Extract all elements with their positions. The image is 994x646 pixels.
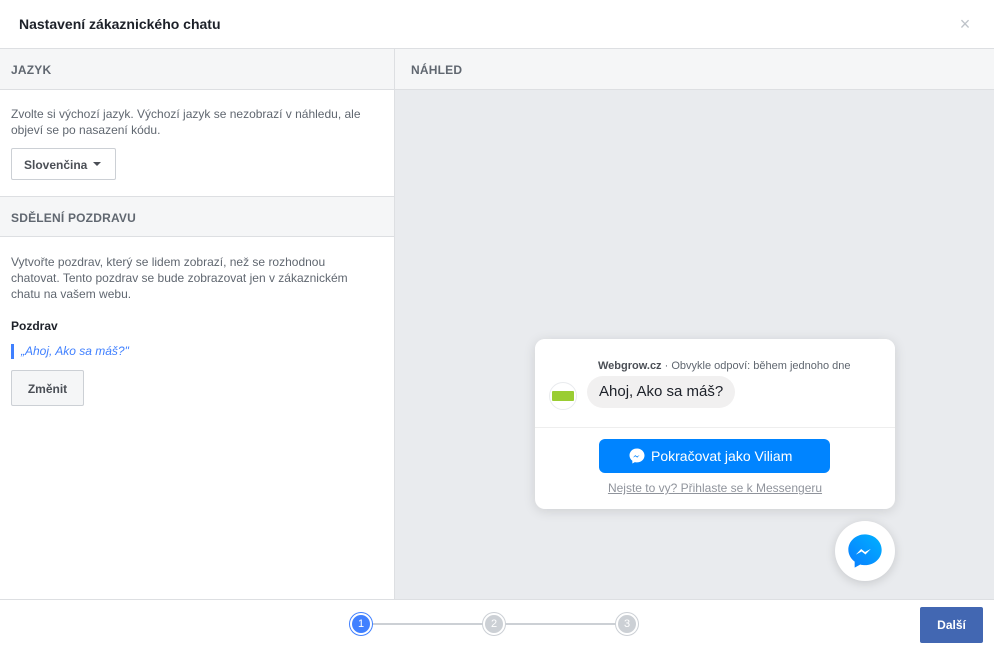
chat-preview-card: Webgrow.cz · Obvykle odpoví: během jedno… [535,339,895,509]
messenger-icon [848,534,882,568]
messenger-chat-button[interactable] [835,521,895,581]
greeting-quote: „Ahoj, Ako sa máš?" [11,344,129,359]
continue-as-button[interactable]: Pokračovat jako Viliam [599,439,830,473]
greeting-bubble: Ahoj, Ako sa máš? [587,376,736,408]
preview-section-title: NÁHLED [411,63,463,77]
step-connector [505,623,616,625]
step-indicator-3: 3 [616,613,638,635]
caret-down-icon [93,162,101,166]
webgrow-logo-icon [552,391,574,401]
language-dropdown[interactable]: Slovenčina [11,148,116,180]
next-button[interactable]: Další [920,607,983,643]
dialog-footer: 1 2 3 Další [0,599,994,646]
change-button[interactable]: Změnit [11,370,84,406]
greeting-description: Vytvořte pozdrav, který se lidem zobrazí… [11,255,348,301]
greeting-section-header: SDĚLENÍ POZDRAVU [0,196,394,237]
preview-section-header: NÁHLED [395,49,994,90]
messenger-login-link[interactable]: Nejste to vy? Přihlaste se k Messengeru [535,481,895,495]
chat-actions: Pokračovat jako Viliam Nejste to vy? Při… [535,427,895,509]
language-section-header: JAZYK [0,49,394,90]
language-section-title: JAZYK [11,63,52,77]
next-button-label: Další [937,618,966,632]
language-selected: Slovenčina [24,158,88,172]
step-indicator-2: 2 [483,613,505,635]
dialog-header: Nastavení zákaznického chatu × [0,0,994,49]
dialog-title: Nastavení zákaznického chatu [19,16,221,32]
change-button-label: Změnit [27,382,68,396]
step-indicator-1: 1 [350,613,372,635]
site-name: Webgrow.cz [598,360,662,372]
page-avatar [549,382,577,410]
step-connector [372,623,483,625]
preview-panel: NÁHLED Webgrow.cz · Obvykle odpoví: běhe… [395,49,994,599]
close-icon[interactable]: × [958,15,972,33]
language-description: Zvolte si výchozí jazyk. Výchozí jazyk s… [11,107,361,137]
reply-time: · Obvykle odpoví: během jednoho dne [661,360,851,372]
continue-as-label: Pokračovat jako Viliam [651,448,793,464]
greeting-section-title: SDĚLENÍ POZDRAVU [11,211,136,225]
chat-meta: Webgrow.cz · Obvykle odpoví: během jedno… [598,360,851,372]
messenger-icon [629,448,645,464]
chat-greeting-area: Webgrow.cz · Obvykle odpoví: během jedno… [535,339,895,427]
greeting-label: Pozdrav [11,319,58,333]
settings-panel: JAZYK Zvolte si výchozí jazyk. Výchozí j… [0,49,395,599]
